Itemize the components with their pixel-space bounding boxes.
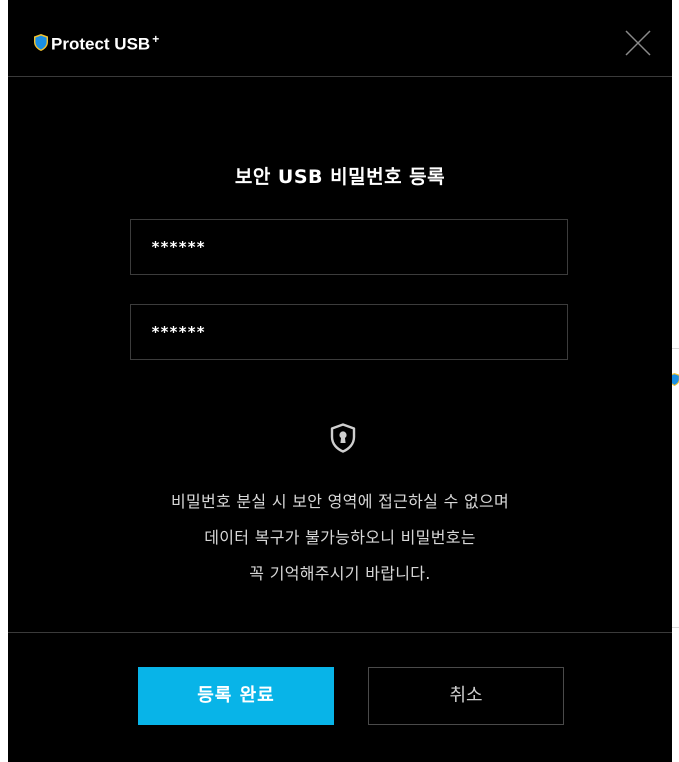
cancel-button[interactable]: 취소 xyxy=(368,667,564,725)
notice-line-3: 꼭 기억해주시기 바랍니다. xyxy=(249,564,431,583)
notice-line-2: 데이터 복구가 불가능하오니 비밀번호는 xyxy=(204,528,476,547)
app-name-text: Protect USB xyxy=(51,34,151,54)
dialog-title: 보안 USB 비밀번호 등록 xyxy=(234,166,446,188)
footer-divider xyxy=(8,632,672,633)
screen: Protect USB+ 보안 USB 비밀번호 등록 비밀번호 분실 시 보안… xyxy=(0,0,679,762)
notice-line-1: 비밀번호 분실 시 보안 영역에 접근하실 수 없으며 xyxy=(170,492,510,511)
confirm-password-field[interactable] xyxy=(130,304,568,360)
app-name-suffix: + xyxy=(152,32,160,46)
register-complete-button[interactable]: 등록 완료 xyxy=(138,667,334,725)
shield-logo-icon xyxy=(34,34,48,51)
password-warning-notice: 비밀번호 분실 시 보안 영역에 접근하실 수 없으며 데이터 복구가 불가능하… xyxy=(8,484,672,592)
title-bar: Protect USB + xyxy=(8,0,672,77)
close-button[interactable] xyxy=(623,28,653,58)
password-registration-dialog: Protect USB+ 보안 USB 비밀번호 등록 비밀번호 분실 시 보안… xyxy=(8,0,672,762)
shield-keyhole-icon xyxy=(330,423,356,453)
app-title: Protect USB + xyxy=(51,32,159,55)
close-icon xyxy=(625,30,651,56)
password-field[interactable] xyxy=(130,219,568,275)
